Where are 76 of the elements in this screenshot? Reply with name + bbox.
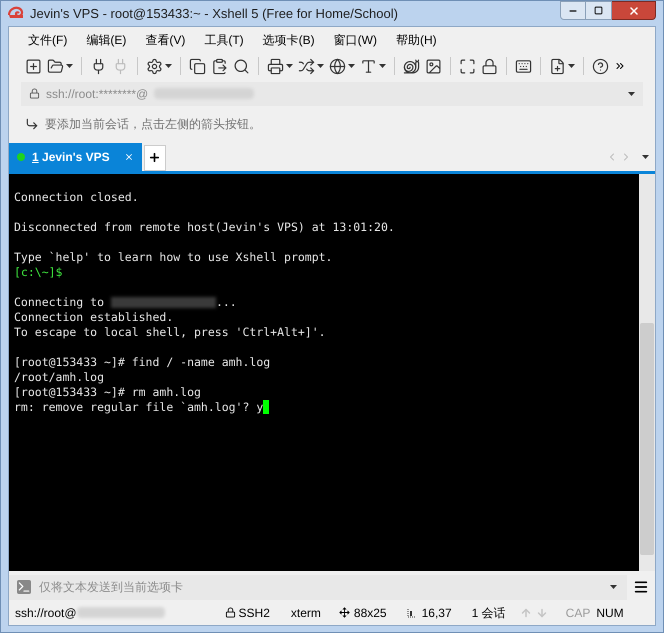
caret-icon[interactable] (628, 92, 635, 96)
status-address: ssh://root@ (15, 604, 77, 622)
terminal-line: [root@153433 ~]# rm amh.log (14, 384, 201, 399)
terminal-line: Type `help' to learn how to use Xshell prompt. (14, 250, 332, 264)
key-indicator: CAP (566, 604, 590, 622)
caret-icon[interactable] (642, 154, 649, 159)
shell-logo-icon (8, 6, 24, 20)
menu-icon[interactable] (633, 579, 649, 596)
printer-icon[interactable] (267, 58, 284, 75)
scrollbar-thumb[interactable] (640, 322, 654, 555)
caret-icon[interactable] (165, 64, 172, 68)
tab-label: 1 Jevin's VPS (32, 148, 110, 166)
caret-icon[interactable] (379, 64, 386, 68)
new-tab-icon[interactable] (549, 58, 566, 75)
cursor-position-icon (406, 608, 417, 618)
arrow-icon[interactable] (25, 116, 39, 131)
key-indicator: NUM (596, 604, 624, 622)
menu-item[interactable]: 查看(V) (145, 30, 186, 49)
terminal-line: Disconnected from remote host(Jevin's VPS) at 13:01:20. (14, 220, 395, 234)
globe-icon[interactable] (329, 58, 346, 75)
status-terminal-type: xterm (290, 604, 321, 622)
lock-icon[interactable] (481, 58, 498, 75)
fullscreen-icon[interactable] (459, 58, 476, 75)
terminal-icon (17, 580, 31, 594)
keyboard-icon[interactable] (515, 58, 532, 75)
lock-icon (29, 88, 40, 100)
lock-icon (224, 607, 236, 618)
new-window-icon[interactable] (25, 58, 42, 75)
session-tab[interactable]: 1 Jevin's VPS (9, 142, 142, 171)
caret-icon[interactable] (317, 64, 324, 68)
window-title: Jevin's VPS - root@153433:~ - Xshell 5 (Free for Home/School) (30, 4, 399, 23)
close-button[interactable] (612, 1, 656, 20)
plus-icon (148, 151, 162, 164)
help-icon[interactable] (592, 58, 609, 75)
status-size: 88x25 (354, 604, 387, 622)
caret-icon[interactable] (66, 64, 73, 68)
caret-icon[interactable] (286, 64, 293, 68)
scrollbar[interactable] (639, 174, 655, 571)
terminal-prompt: [c:\~]$ (14, 264, 62, 279)
menu-item[interactable]: 帮助(H) (396, 30, 437, 49)
hint-text: 要添加当前会话，点击左侧的箭头按钮。 (45, 116, 261, 133)
folder-icon[interactable] (47, 58, 64, 75)
address-text: ssh://root:********@ (46, 86, 148, 103)
terminal-line: Connection established. (14, 310, 174, 324)
menu-item[interactable]: 窗口(W) (334, 30, 377, 49)
status-cursor-position: 16,37 (422, 604, 452, 622)
terminal-line: Connection closed. (14, 190, 139, 204)
menu-item[interactable]: 编辑(E) (86, 30, 126, 49)
font-icon[interactable] (360, 58, 377, 75)
terminal-line: [root@153433 ~]# find / -name amh.log (14, 354, 270, 369)
caret-icon[interactable] (348, 64, 355, 68)
resize-icon (338, 607, 350, 618)
terminal-line: Connecting to (14, 294, 106, 310)
menu-item[interactable]: 工具(T) (204, 30, 244, 49)
menu-item[interactable]: 选项卡(B) (262, 30, 315, 49)
new-tab-button[interactable] (144, 144, 166, 171)
terminal-line: /root/amh.log (14, 370, 104, 384)
send-placeholder: 仅将文本发送到当前选项卡 (39, 579, 184, 596)
terminal-line: To escape to local shell, press 'Ctrl+Alt+]'. (14, 324, 326, 339)
restore-icon (594, 6, 603, 15)
menu-item[interactable]: 文件(F) (28, 30, 68, 49)
copy-icon[interactable] (189, 58, 206, 75)
paste-icon[interactable] (211, 58, 228, 75)
text-cursor (263, 400, 270, 414)
terminal-line: ... (216, 294, 237, 310)
restore-button[interactable] (586, 1, 612, 20)
status-sessions: 1 会话 (472, 604, 506, 622)
status-protocol: SSH2 (238, 604, 270, 622)
settings-icon[interactable] (146, 58, 163, 75)
search-icon[interactable] (233, 58, 250, 75)
caret-icon[interactable] (610, 585, 617, 590)
close-icon[interactable] (124, 152, 134, 162)
transfer-icon[interactable] (298, 58, 315, 75)
caret-icon[interactable] (568, 64, 575, 68)
terminal-line: rm: remove regular file `amh.log'? y (14, 400, 264, 415)
close-icon (628, 4, 640, 16)
